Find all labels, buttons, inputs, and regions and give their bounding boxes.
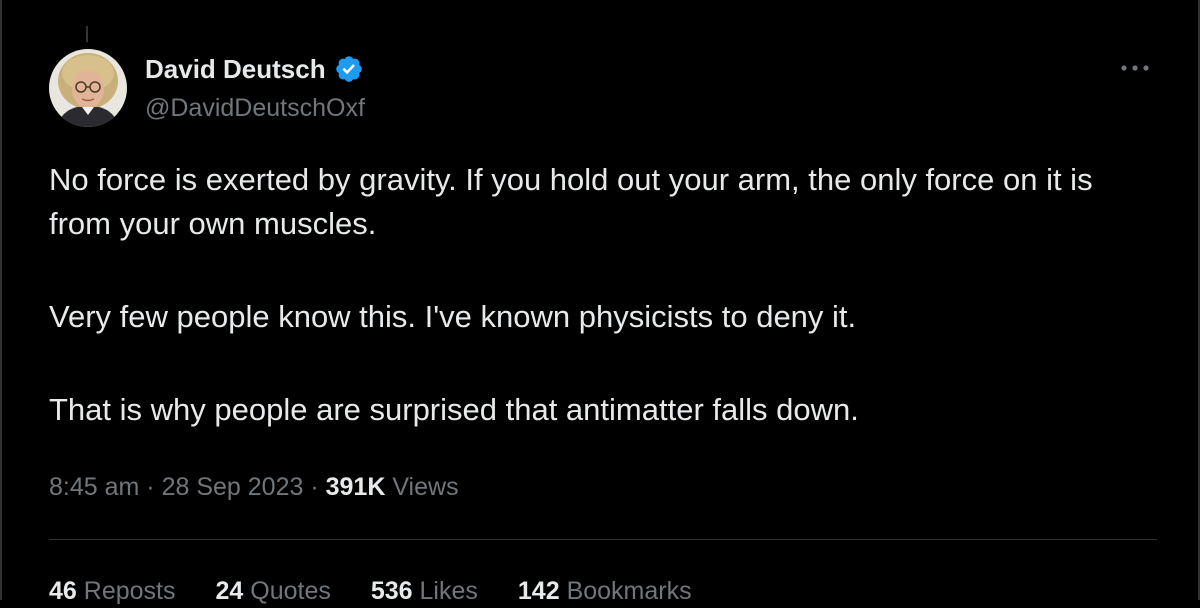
stat-count: 24	[215, 577, 244, 605]
author-display-name[interactable]: David Deutsch	[145, 52, 364, 86]
meta-separator: ·	[146, 473, 155, 501]
tweet-body: No force is exerted by gravity. If you h…	[49, 158, 1159, 432]
stat-count: 536	[370, 577, 413, 605]
stat-label: Reposts	[83, 577, 176, 605]
likes-stat[interactable]: 536 Likes	[371, 574, 478, 608]
engagement-stats: 46 Reposts 24 Quotes 536 Likes 142 Bookm…	[49, 574, 692, 608]
author-handle[interactable]: @DavidDeutschOxf	[145, 92, 365, 124]
thread-connector-line	[86, 26, 88, 42]
section-divider	[49, 539, 1157, 540]
author-avatar[interactable]	[49, 49, 127, 127]
tweet-metadata: 8:45 am · 28 Sep 2023 · 391K Views	[49, 470, 459, 504]
bookmarks-stat[interactable]: 142 Bookmarks	[518, 574, 692, 608]
tweet-paragraph: Very few people know this. I've known ph…	[49, 299, 857, 334]
more-horizontal-icon	[1121, 65, 1149, 71]
views-label: Views	[392, 473, 459, 501]
tweet-detail-view: David Deutsch @DavidDeutschOxf No force …	[0, 0, 1200, 605]
tweet-time[interactable]: 8:45 am	[49, 473, 139, 501]
stat-label: Bookmarks	[566, 577, 692, 605]
stat-count: 46	[49, 577, 77, 605]
views-count: 391K	[325, 473, 386, 501]
reposts-stat[interactable]: 46 Reposts	[49, 574, 175, 608]
quotes-stat[interactable]: 24 Quotes	[215, 574, 330, 608]
more-options-button[interactable]	[1118, 56, 1152, 80]
stat-count: 142	[517, 577, 560, 605]
author-name-text: David Deutsch	[145, 54, 326, 84]
tweet-paragraph: That is why people are surprised that an…	[49, 392, 859, 427]
stat-label: Likes	[419, 577, 478, 605]
stat-label: Quotes	[250, 577, 331, 605]
user-avatar-photo	[49, 49, 127, 127]
meta-separator: ·	[310, 473, 319, 501]
tweet-date[interactable]: 28 Sep 2023	[162, 473, 304, 501]
verified-badge-icon	[335, 56, 362, 82]
tweet-paragraph: No force is exerted by gravity. If you h…	[49, 162, 1093, 241]
